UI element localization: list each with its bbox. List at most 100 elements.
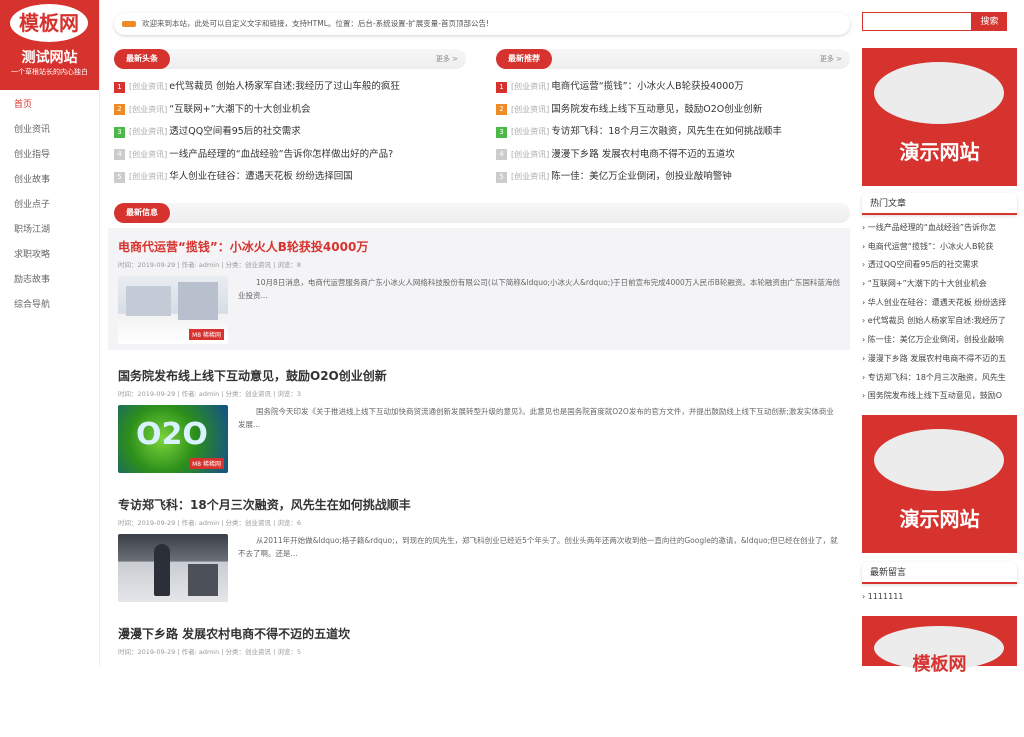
post-thumbnail[interactable]: M8 稀稀网: [118, 276, 228, 344]
sidebar-item-label[interactable]: 陈一佳：美亿万企业倒闭，创投业敲响: [868, 335, 1004, 344]
article-title[interactable]: 陈一佳：美亿万企业倒闭，创投业敲响警钟: [551, 169, 732, 185]
rank-badge: 1: [114, 81, 125, 93]
ad-oval-graphic: [874, 429, 1004, 491]
list-item[interactable]: 3 [创业资讯] 专访郑飞科：18个月三次融资，风先生在如何挑战顺丰: [496, 121, 850, 144]
search-button[interactable]: 搜索: [972, 12, 1007, 31]
sidebar-item-label[interactable]: 国务院发布线上线下互动意见，鼓励O: [868, 391, 1002, 400]
category-label[interactable]: [创业资讯]: [511, 147, 549, 163]
article-title[interactable]: 华人创业在硅谷：遭遇天花板 纷纷选择回国: [169, 169, 353, 185]
sidebar-list-item[interactable]: › 华人创业在硅谷：遭遇天花板 纷纷选择: [862, 294, 1017, 313]
hot-articles-list: › 一线产品经理的“血战经验”告诉你怎 › 电商代运营“揽钱”：小冰火人B轮获 › …: [862, 219, 1017, 406]
latest-tag: 最新信息: [114, 203, 170, 223]
nav-item-directory[interactable]: 综合导航: [0, 293, 99, 318]
sidebar-list-item[interactable]: › 透过QQ空间看95后的社交需求: [862, 256, 1017, 275]
sidebar-item-label[interactable]: 1111111: [868, 592, 904, 601]
post-meta: 时间：2019-09-29 | 作者: admin | 分类：创业资讯 | 浏览…: [118, 648, 301, 656]
article-title[interactable]: 专访郑飞科：18个月三次融资，风先生在如何挑战顺丰: [551, 124, 782, 140]
post-item[interactable]: 电商代运营“揽钱”：小冰火人B轮获投4000万 时间：2019-09-29 | …: [108, 228, 850, 350]
sidebar-item-label[interactable]: 一线产品经理的“血战经验”告诉你怎: [868, 223, 996, 232]
nav-item-home[interactable]: 首页: [0, 93, 99, 118]
rank-badge: 2: [496, 104, 507, 116]
list-item[interactable]: 3 [创业资讯] 透过QQ空间看95后的社交需求: [114, 121, 466, 144]
sidebar-item-label[interactable]: 电商代运营“揽钱”：小冰火人B轮获: [868, 242, 994, 251]
post-title[interactable]: 电商代运营“揽钱”：小冰火人B轮获投4000万: [118, 238, 368, 255]
notice-bar: 欢迎来到本站，此处可以自定义文字和链接，支持HTML。位置：后台-系统设置-扩展…: [114, 13, 850, 35]
sidebar-list-item[interactable]: › 电商代运营“揽钱”：小冰火人B轮获: [862, 238, 1017, 257]
article-title[interactable]: 透过QQ空间看95后的社交需求: [169, 124, 301, 140]
sidebar-item-label[interactable]: 漫漫下乡路 发展农村电商不得不迈的五: [868, 354, 1007, 363]
article-title[interactable]: e代驾裁员 创始人杨家军自述:我经历了过山车般的疯狂: [169, 79, 400, 95]
sidebar-list-item[interactable]: › 一线产品经理的“血战经验”告诉你怎: [862, 219, 1017, 238]
list-item[interactable]: 5 [创业资讯] 华人创业在硅谷：遭遇天花板 纷纷选择回国: [114, 166, 466, 189]
article-title[interactable]: 一线产品经理的“血战经验”告诉你怎样做出好的产品?: [169, 147, 393, 163]
comments-box: 最新留言 › 1111111: [862, 562, 1017, 607]
sidebar-list-item[interactable]: › 陈一佳：美亿万企业倒闭，创投业敲响: [862, 331, 1017, 350]
box-header: 最新头条 更多 >: [114, 49, 466, 69]
ad-banner[interactable]: 模板网: [862, 616, 1017, 675]
site-name: 测试网站: [21, 50, 78, 66]
ad-banner[interactable]: 演示网站: [862, 415, 1017, 553]
list-item[interactable]: 1 [创业资讯] 电商代运营“揽钱”：小冰火人B轮获投4000万: [496, 76, 850, 99]
category-label[interactable]: [创业资讯]: [129, 147, 167, 163]
category-label[interactable]: [创业资讯]: [129, 169, 167, 185]
post-meta: 时间：2019-09-29 | 作者: admin | 分类：创业资讯 | 浏览…: [118, 390, 301, 398]
nav-item-stories[interactable]: 创业故事: [0, 168, 99, 193]
post-item[interactable]: 国务院发布线上线下互动意见，鼓励O2O创业创新 时间：2019-09-29 | …: [108, 357, 850, 479]
post-title[interactable]: 专访郑飞科：18个月三次融资，风先生在如何挑战顺丰: [118, 496, 411, 513]
post-item[interactable]: 漫漫下乡路 发展农村电商不得不迈的五道坎 时间：2019-09-29 | 作者:…: [108, 615, 850, 737]
list-item[interactable]: 1 [创业资讯] e代驾裁员 创始人杨家军自述:我经历了过山车般的疯狂: [114, 76, 466, 99]
ad-banner[interactable]: 演示网站: [862, 48, 1017, 186]
search-input[interactable]: [862, 12, 972, 31]
list-item[interactable]: 4 [创业资讯] 漫漫下乡路 发展农村电商不得不迈的五道坎: [496, 144, 850, 167]
nav-item-news[interactable]: 创业资讯: [0, 118, 99, 143]
nav-item-ideas[interactable]: 创业点子: [0, 193, 99, 218]
more-link[interactable]: 更多 >: [820, 49, 842, 69]
category-label[interactable]: [创业资讯]: [129, 79, 167, 95]
category-label[interactable]: [创业资讯]: [511, 124, 549, 140]
post-item[interactable]: 专访郑飞科：18个月三次融资，风先生在如何挑战顺丰 时间：2019-09-29 …: [108, 486, 850, 608]
sidebar-list-item[interactable]: › e代驾裁员 创始人杨家军自述:我经历了: [862, 312, 1017, 331]
article-title[interactable]: 漫漫下乡路 发展农村电商不得不迈的五道坎: [551, 147, 735, 163]
nav-item-jobs[interactable]: 求职攻略: [0, 243, 99, 268]
rank-badge: 2: [114, 104, 125, 116]
list-item[interactable]: 2 [创业资讯] 国务院发布线上线下互动意见，鼓励O2O创业创新: [496, 99, 850, 122]
sidebar-list-item[interactable]: › 1111111: [862, 588, 1017, 607]
category-label[interactable]: [创业资讯]: [129, 124, 167, 140]
post-thumbnail[interactable]: O2O M8 稀稀网: [118, 405, 228, 473]
main-nav: 首页 创业资讯 创业指导 创业故事 创业点子 职场江湖 求职攻略 励志故事 综合…: [0, 93, 99, 318]
latest-header-box: 最新信息: [114, 203, 850, 223]
site-logo[interactable]: 模板网 测试网站 一个草根站长的内心独白: [0, 0, 99, 90]
article-title[interactable]: “互联网+”大潮下的十大创业机会: [169, 102, 310, 118]
category-label[interactable]: [创业资讯]: [511, 169, 549, 185]
hot-articles-title: 热门文章: [862, 193, 1017, 215]
sidebar-item-label[interactable]: 专访郑飞科：18个月三次融资，风先生: [868, 373, 1006, 382]
category-label[interactable]: [创业资讯]: [511, 79, 549, 95]
sidebar-list-item[interactable]: › 专访郑飞科：18个月三次融资，风先生: [862, 369, 1017, 388]
sidebar-list-item[interactable]: › 漫漫下乡路 发展农村电商不得不迈的五: [862, 350, 1017, 369]
post-title[interactable]: 国务院发布线上线下互动意见，鼓励O2O创业创新: [118, 367, 387, 384]
more-link[interactable]: 更多 >: [436, 49, 458, 69]
sidebar-list-item[interactable]: › 国务院发布线上线下互动意见，鼓励O: [862, 387, 1017, 406]
nav-item-workplace[interactable]: 职场江湖: [0, 218, 99, 243]
rank-badge: 3: [496, 126, 507, 138]
sidebar-item-label[interactable]: 透过QQ空间看95后的社交需求: [868, 260, 979, 269]
nav-item-inspiration[interactable]: 励志故事: [0, 268, 99, 293]
post-thumbnail[interactable]: [118, 534, 228, 602]
article-title[interactable]: 电商代运营“揽钱”：小冰火人B轮获投4000万: [551, 79, 744, 95]
nav-item-guide[interactable]: 创业指导: [0, 143, 99, 168]
category-label[interactable]: [创业资讯]: [511, 102, 549, 118]
sidebar-item-label[interactable]: “互联网+”大潮下的十大创业机会: [868, 279, 987, 288]
site-slogan: 一个草根站长的内心独白: [11, 68, 88, 76]
sidebar-list-item[interactable]: › “互联网+”大潮下的十大创业机会: [862, 275, 1017, 294]
sidebar-item-label[interactable]: 华人创业在硅谷：遭遇天花板 纷纷选择: [868, 298, 1007, 307]
article-title[interactable]: 国务院发布线上线下互动意见，鼓励O2O创业创新: [551, 102, 762, 118]
post-title[interactable]: 漫漫下乡路 发展农村电商不得不迈的五道坎: [118, 625, 350, 642]
o2o-graphic: O2O: [136, 417, 208, 452]
recommend-list: 1 [创业资讯] 电商代运营“揽钱”：小冰火人B轮获投4000万 2 [创业资讯] 国务院…: [496, 76, 850, 189]
list-item[interactable]: 4 [创业资讯] 一线产品经理的“血战经验”告诉你怎样做出好的产品?: [114, 144, 466, 167]
list-item[interactable]: 5 [创业资讯] 陈一佳：美亿万企业倒闭，创投业敲响警钟: [496, 166, 850, 189]
category-label[interactable]: [创业资讯]: [129, 102, 167, 118]
list-item[interactable]: 2 [创业资讯] “互联网+”大潮下的十大创业机会: [114, 99, 466, 122]
sidebar-item-label[interactable]: e代驾裁员 创始人杨家军自述:我经历了: [868, 316, 1006, 325]
post-meta: 时间：2019-09-29 | 作者: admin | 分类：创业资讯 | 浏览…: [118, 519, 301, 527]
